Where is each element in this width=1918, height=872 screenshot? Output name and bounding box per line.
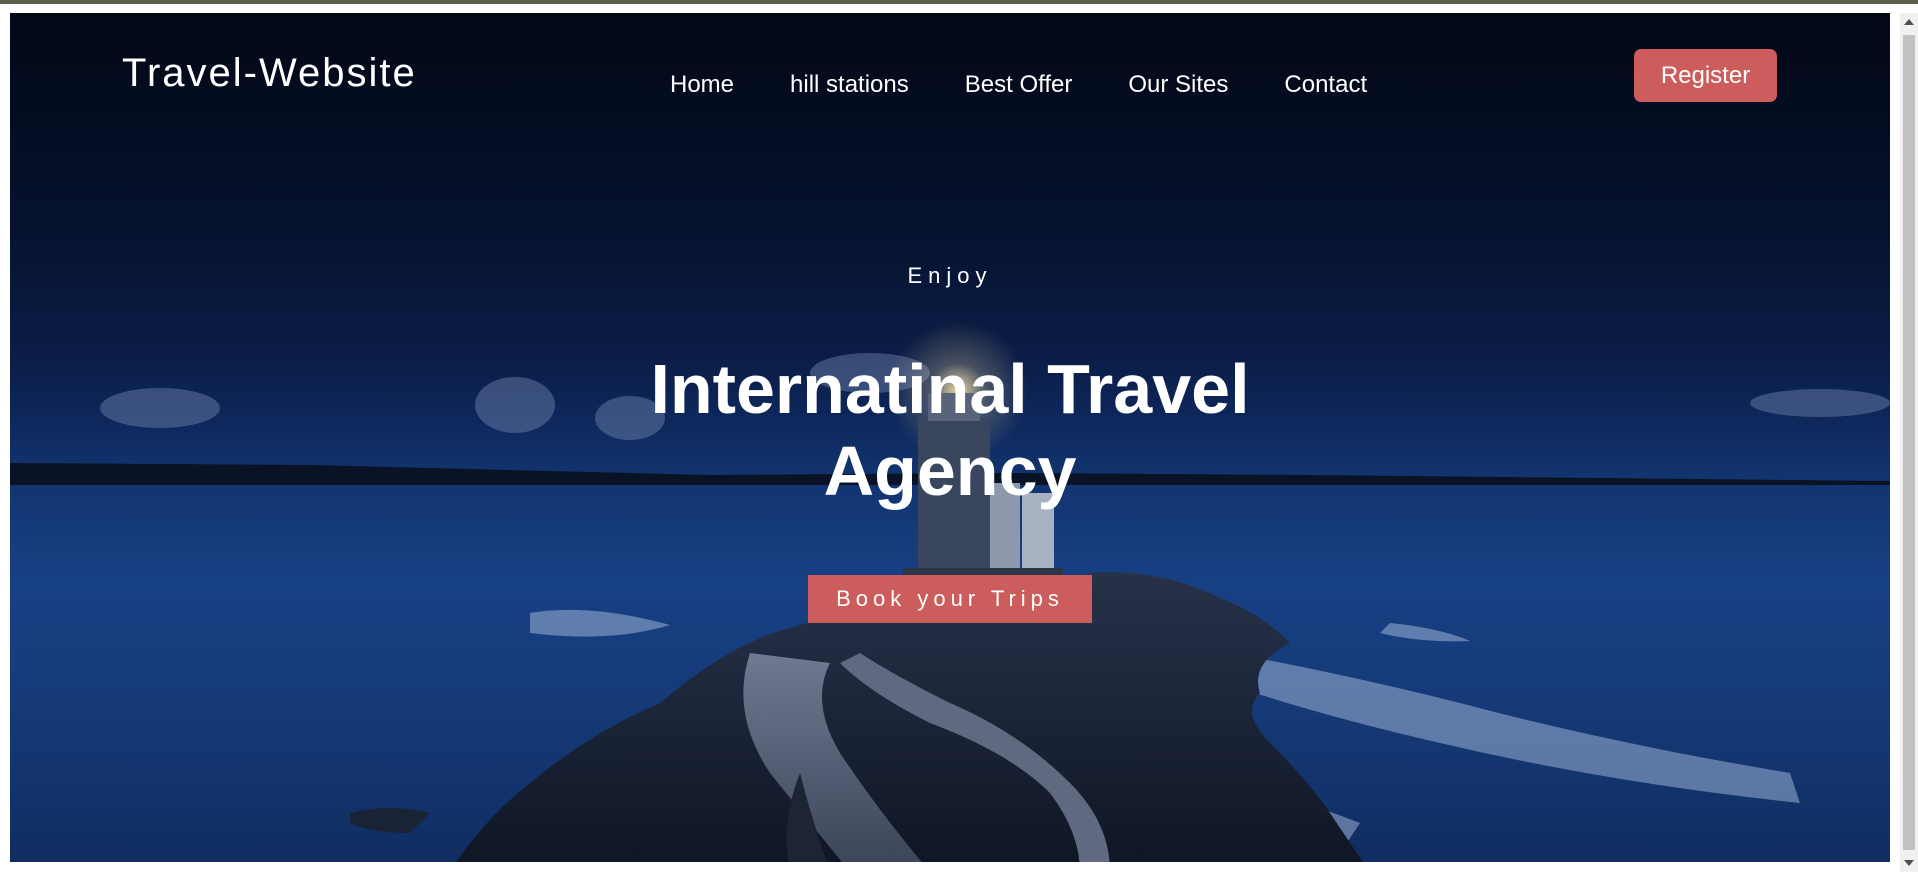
- book-trips-button[interactable]: Book your Trips: [808, 575, 1092, 623]
- hero-title-line-1: Internatinal Travel: [650, 350, 1250, 428]
- nav-our-sites[interactable]: Our Sites: [1128, 71, 1228, 99]
- hero-section: Travel-Website Home hill stations Best O…: [10, 13, 1890, 872]
- register-button[interactable]: Register: [1634, 49, 1777, 102]
- hero-title: Internatinal Travel Agency: [10, 348, 1890, 512]
- page-bottom-edge: [0, 862, 1900, 872]
- site-logo[interactable]: Travel-Website: [122, 51, 417, 96]
- nav-contact[interactable]: Contact: [1284, 71, 1367, 99]
- nav-home[interactable]: Home: [670, 71, 734, 99]
- nav-hill-stations[interactable]: hill stations: [790, 71, 909, 99]
- hero-eyebrow: Enjoy: [907, 263, 993, 288]
- hero-title-line-2: Agency: [823, 432, 1077, 510]
- nav-best-offer[interactable]: Best Offer: [965, 71, 1073, 99]
- vertical-scrollbar[interactable]: [1900, 13, 1918, 872]
- browser-top-strip: [0, 0, 1918, 4]
- scroll-down-icon[interactable]: [1904, 860, 1914, 866]
- scroll-up-icon[interactable]: [1904, 19, 1914, 25]
- main-nav: Home hill stations Best Offer Our Sites …: [670, 71, 1423, 99]
- scrollbar-thumb[interactable]: [1903, 35, 1915, 850]
